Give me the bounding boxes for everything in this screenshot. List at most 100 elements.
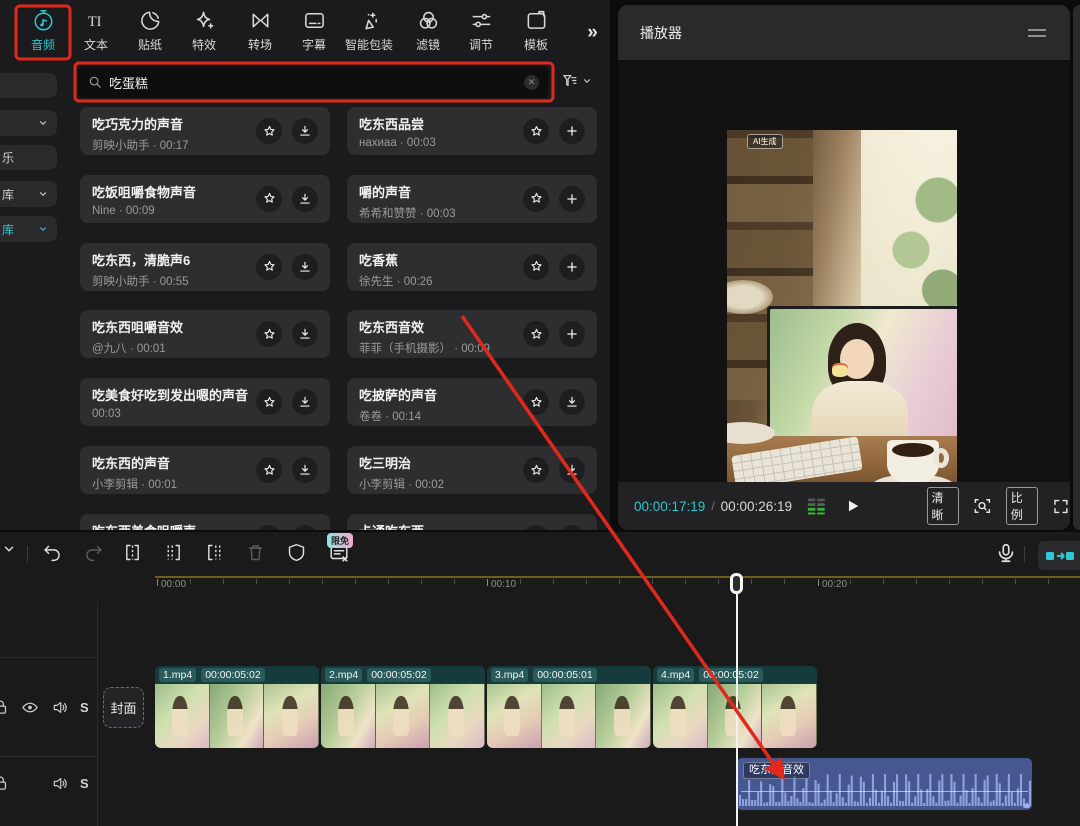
undo-icon[interactable] (42, 542, 63, 563)
speaker-icon[interactable] (51, 775, 69, 792)
clip-thumbnail (210, 684, 265, 748)
audio-result-card[interactable]: 吃美食好吃到发出嗯的声音 00:03 (80, 378, 330, 426)
download-icon[interactable] (292, 254, 318, 280)
sidebar-item[interactable] (0, 73, 57, 98)
sticker-icon (138, 9, 161, 32)
download-icon[interactable] (559, 457, 585, 483)
audio-result-card[interactable]: 吃东西的声音 小李剪辑 · 00:01 (80, 446, 330, 494)
audio-result-card[interactable]: 吃东西，清脆声6 剪映小助手 · 00:55 (80, 243, 330, 291)
favorite-star-icon[interactable] (256, 389, 282, 415)
focus-zoom-icon[interactable] (973, 496, 992, 516)
timeline-ruler[interactable]: 00:0000:1000:20 (0, 576, 1080, 602)
download-icon[interactable] (292, 186, 318, 212)
ribbon-tab-effects[interactable]: 特效 (192, 9, 216, 53)
audio-result-card[interactable]: 吃巧克力的声音 剪映小助手 · 00:17 (80, 107, 330, 155)
audio-result-card[interactable]: 吃披萨的声音 卷卷 · 00:14 (347, 378, 597, 426)
ribbon-tab-templates[interactable]: 模板 (524, 9, 548, 53)
fullscreen-icon[interactable] (1052, 497, 1070, 516)
video-clip[interactable]: 4.mp4 00:00:05:02 (653, 666, 817, 748)
audio-result-card[interactable]: 吃东西品尝 нахиаа · 00:03 (347, 107, 597, 155)
filter-control[interactable] (561, 72, 592, 89)
download-icon[interactable] (559, 389, 585, 415)
favorite-star-icon[interactable] (256, 118, 282, 144)
collapse-chevron-icon[interactable] (2, 542, 16, 556)
ribbon-tab-text[interactable]: TI 文本 (84, 9, 108, 53)
audio-meter-icon[interactable] (806, 496, 827, 516)
ratio-button[interactable]: 比例 (1006, 487, 1038, 525)
clip-thumbnail (653, 684, 708, 748)
volume-line[interactable] (741, 791, 1028, 792)
video-preview[interactable]: AI生成 (727, 130, 957, 510)
cup-handle (933, 448, 949, 468)
clip-name: 1.mp4 (159, 668, 196, 682)
mask-icon[interactable] (286, 542, 307, 563)
search-input[interactable] (109, 75, 524, 90)
audio-result-card[interactable]: 吃东西咀嚼音效 @九八 · 00:01 (80, 310, 330, 358)
playhead-line[interactable] (736, 576, 738, 826)
split-right-icon[interactable] (204, 542, 225, 563)
lock-icon[interactable] (0, 699, 9, 716)
audio-result-card[interactable]: 嚼的声音 希希和赞赞 · 00:03 (347, 175, 597, 223)
solo-button[interactable]: S (80, 700, 89, 715)
favorite-star-icon[interactable] (523, 118, 549, 144)
favorite-star-icon[interactable] (523, 254, 549, 280)
redo-icon[interactable] (83, 542, 104, 563)
audio-clip[interactable]: 吃东西音效 (737, 758, 1032, 810)
video-clip[interactable]: 2.mp4 00:00:05:02 (321, 666, 485, 748)
ruler-tick (652, 579, 653, 584)
ruler-tick (916, 579, 917, 584)
download-icon[interactable] (292, 118, 318, 144)
fade-handle[interactable] (1023, 804, 1030, 808)
play-icon[interactable] (845, 497, 861, 515)
ai-generated-badge: AI生成 (747, 134, 783, 149)
ribbon-tab-sticker[interactable]: 贴纸 (138, 9, 162, 53)
split-left-icon[interactable] (163, 542, 184, 563)
ruler-tick (1048, 579, 1049, 584)
snap-toggle-button[interactable] (1038, 541, 1080, 570)
add-icon[interactable] (559, 186, 585, 212)
clear-search-icon[interactable]: ✕ (524, 75, 539, 90)
audio-meta: 00:03 (92, 408, 318, 420)
record-voiceover-icon[interactable] (995, 541, 1017, 565)
audio-result-card[interactable]: 吃东西美食咀嚼声 (80, 514, 330, 530)
favorite-star-icon[interactable] (523, 389, 549, 415)
favorite-star-icon[interactable] (256, 186, 282, 212)
audio-result-card[interactable]: 吃饭咀嚼食物声音 Nine · 00:09 (80, 175, 330, 223)
collapsed-side-panel[interactable] (1073, 5, 1080, 530)
add-icon[interactable] (559, 254, 585, 280)
cover-button[interactable]: 封面 (103, 687, 144, 728)
playhead-handle[interactable] (730, 573, 743, 594)
audio-result-card[interactable]: 吃香蕉 徐先生 · 00:26 (347, 243, 597, 291)
audio-result-card[interactable]: 卡通吃东西 (347, 514, 597, 530)
favorite-star-icon[interactable] (523, 186, 549, 212)
player-menu-icon[interactable] (1028, 29, 1046, 41)
ribbon-tab-audio[interactable]: 音频 (31, 9, 55, 53)
split-icon[interactable] (122, 542, 143, 563)
download-icon[interactable] (292, 457, 318, 483)
video-clip[interactable]: 3.mp4 00:00:05:01 (487, 666, 651, 748)
expand-tabs-button[interactable]: » (587, 22, 595, 44)
audio-result-card[interactable]: 吃东西音效 菲菲（手机摄影） · 00:09 (347, 310, 597, 358)
ribbon-tab-transition[interactable]: 转场 (248, 9, 272, 53)
audio-result-card[interactable]: 吃三明治 小李剪辑 · 00:02 (347, 446, 597, 494)
clarity-button[interactable]: 清晰 (927, 487, 959, 525)
clip-thumbnail (264, 684, 319, 748)
favorite-star-icon[interactable] (256, 254, 282, 280)
audio-meta: 希希和赞赞 · 00:03 (359, 205, 585, 221)
audio-title: 吃披萨的声音 (359, 385, 585, 404)
track-row-divider (0, 657, 97, 658)
favorite-star-icon[interactable] (523, 457, 549, 483)
delete-icon[interactable] (245, 542, 266, 563)
download-icon[interactable] (292, 389, 318, 415)
video-clip[interactable]: 1.mp4 00:00:05:02 (155, 666, 319, 748)
solo-button[interactable]: S (80, 776, 89, 791)
speaker-icon[interactable] (51, 699, 69, 716)
lock-icon[interactable] (0, 775, 9, 792)
ribbon-tab-smartpack[interactable]: 智能包装 (345, 9, 393, 53)
favorite-star-icon[interactable] (256, 457, 282, 483)
ribbon-tab-captions[interactable]: 字幕 (302, 9, 326, 53)
eye-icon[interactable] (21, 699, 39, 716)
ribbon-tab-filters[interactable]: 滤镜 (416, 9, 440, 53)
ribbon-tab-adjust[interactable]: 调节 (469, 9, 493, 53)
add-icon[interactable] (559, 118, 585, 144)
